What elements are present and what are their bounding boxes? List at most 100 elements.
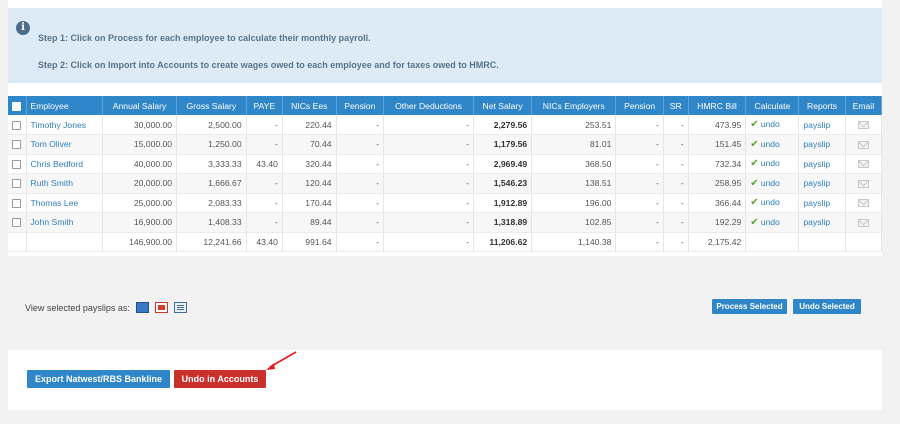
cell-pension-employer: -: [615, 193, 664, 213]
cell-paye: -: [246, 134, 283, 155]
cell-annual-salary: 40,000.00: [102, 154, 178, 174]
totals-row: 146,900.00 12,241.66 43.40 991.64- -11,206.6…: [8, 232, 883, 252]
row-checkbox[interactable]: [12, 159, 22, 169]
total-paye: 43.40: [246, 232, 283, 252]
cell-hmrc-bill: 151.45: [688, 134, 747, 155]
cell-paye: -: [246, 115, 283, 135]
employee-name-link[interactable]: Timothy Jones: [26, 115, 103, 135]
cell-gross-salary: 2,500.00: [176, 115, 247, 135]
process-selected-button[interactable]: Process Selected: [712, 299, 787, 314]
undo-link[interactable]: undo: [761, 139, 780, 149]
calculate-cell: ✔ undo: [745, 193, 800, 213]
total-annual-salary: 146,900.00: [102, 232, 178, 252]
payslip-link[interactable]: payslip: [798, 193, 846, 213]
header-other-deductions: Other Deductions: [383, 96, 474, 115]
email-icon[interactable]: [857, 160, 869, 169]
cell-nics-ees: 89.44: [282, 212, 337, 233]
cell-paye: -: [246, 212, 283, 233]
undo-link[interactable]: undo: [761, 178, 780, 188]
email-icon[interactable]: [857, 140, 869, 149]
row-checkbox[interactable]: [12, 179, 22, 189]
cell-net-salary: 1,179.56: [473, 134, 533, 155]
check-icon: ✔: [750, 177, 759, 189]
cell-pension-employer: -: [615, 134, 664, 155]
cell-hmrc-bill: 258.95: [688, 173, 747, 194]
employee-name-link[interactable]: Tom Oliver: [26, 134, 103, 155]
undo-link[interactable]: undo: [761, 119, 780, 129]
cell-net-salary: 1,912.89: [473, 193, 533, 213]
check-icon: ✔: [750, 216, 759, 228]
row-checkbox[interactable]: [12, 218, 22, 228]
payslip-link[interactable]: payslip: [798, 134, 846, 155]
row-select-cell: [8, 212, 27, 233]
table-header-row: Employee Annual Salary Gross Salary PAYE…: [8, 96, 883, 115]
employee-name-link[interactable]: John Smith: [26, 212, 103, 233]
payslip-link[interactable]: payslip: [798, 154, 846, 174]
cell-net-salary: 2,969.49: [473, 154, 533, 174]
check-icon: ✔: [750, 158, 759, 170]
email-icon[interactable]: [857, 121, 869, 130]
cell-pension: -: [336, 115, 385, 135]
cell-nics-employers: 81.01: [531, 134, 617, 155]
total-pension-employer: -: [615, 232, 664, 252]
payslip-link[interactable]: payslip: [798, 115, 846, 135]
document-format-icon[interactable]: [173, 302, 187, 313]
pdf-format-icon[interactable]: [154, 302, 168, 313]
cell-other-deductions: -: [383, 212, 474, 233]
employee-name-link[interactable]: Chris Bedford: [26, 154, 103, 174]
email-icon[interactable]: [857, 179, 869, 188]
email-cell: [845, 115, 883, 135]
employee-name-link[interactable]: Thomas Lee: [26, 193, 103, 213]
undo-link[interactable]: undo: [761, 217, 780, 227]
row-checkbox[interactable]: [12, 140, 22, 150]
cell-nics-ees: 220.44: [282, 115, 337, 135]
payslip-link[interactable]: payslip: [798, 173, 846, 194]
email-icon[interactable]: [857, 199, 869, 208]
view-payslips-label: View selected payslips as:: [25, 302, 130, 313]
total-pension: -: [336, 232, 385, 252]
totals-blank: [798, 232, 846, 252]
cell-gross-salary: 3,333.33: [176, 154, 247, 174]
total-hmrc-bill: 2,175.42: [688, 232, 747, 252]
totals-blank: [8, 232, 27, 252]
totals-blank: [26, 232, 103, 252]
undo-link[interactable]: undo: [761, 197, 780, 207]
row-select-cell: [8, 115, 27, 135]
employee-name-link[interactable]: Ruth Smith: [26, 173, 103, 194]
cell-sr: -: [663, 193, 689, 213]
total-nics-employers: 1,140.38: [531, 232, 617, 252]
header-pension: Pension: [336, 96, 385, 115]
email-cell: [845, 154, 883, 174]
cell-hmrc-bill: 473.95: [688, 115, 747, 135]
cell-pension-employer: -: [615, 212, 664, 233]
cell-nics-employers: 368.50: [531, 154, 617, 174]
cell-pension: -: [336, 134, 385, 155]
header-pension-employer: Pension: [615, 96, 664, 115]
total-nics-ees: 991.64: [282, 232, 337, 252]
step-2-text: Step 2: Click on Import into Accounts to…: [38, 60, 499, 70]
cell-other-deductions: -: [383, 154, 474, 174]
info-icon: i: [16, 21, 30, 35]
image-format-icon[interactable]: [135, 302, 149, 313]
undo-in-accounts-button[interactable]: Undo in Accounts: [174, 370, 266, 388]
cell-gross-salary: 2,083.33: [176, 193, 247, 213]
undo-selected-button[interactable]: Undo Selected: [793, 299, 861, 314]
cell-annual-salary: 16,900.00: [102, 212, 178, 233]
total-sr: -: [663, 232, 689, 252]
row-select-cell: [8, 154, 27, 174]
cell-other-deductions: -: [383, 173, 474, 194]
payslip-link[interactable]: payslip: [798, 212, 846, 233]
cell-annual-salary: 25,000.00: [102, 193, 178, 213]
row-checkbox[interactable]: [12, 120, 22, 130]
undo-link[interactable]: undo: [761, 158, 780, 168]
cell-sr: -: [663, 134, 689, 155]
row-checkbox[interactable]: [12, 198, 22, 208]
cell-nics-ees: 320.44: [282, 154, 337, 174]
header-employee: Employee: [26, 96, 103, 115]
export-bankline-button[interactable]: Export Natwest/RBS Bankline: [27, 370, 170, 388]
select-all-checkbox[interactable]: [12, 101, 22, 111]
calculate-cell: ✔ undo: [745, 212, 800, 233]
cell-pension: -: [336, 173, 385, 194]
cell-pension-employer: -: [615, 115, 664, 135]
email-icon[interactable]: [857, 218, 869, 227]
